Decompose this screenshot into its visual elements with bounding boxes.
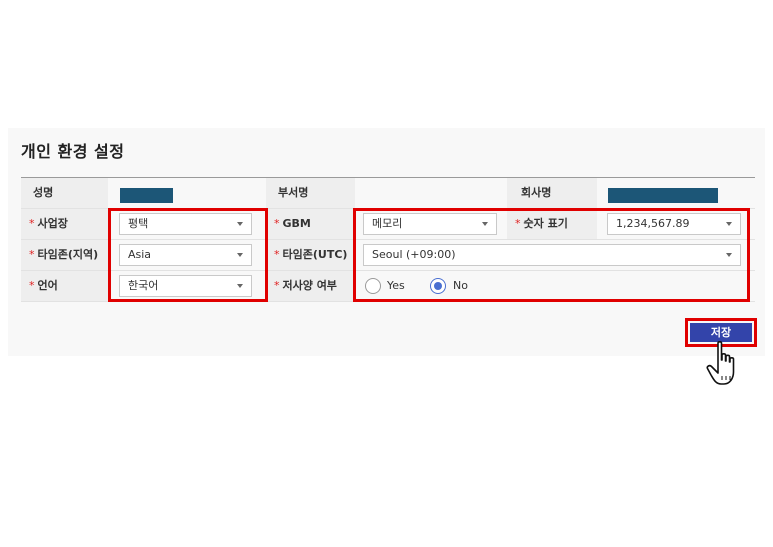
required-mark: * [29,279,35,292]
company-label: 회사명 [507,178,597,208]
chevron-down-icon [726,253,732,257]
gbm-label: * GBM [266,209,355,239]
low-spec-label: * 저사양 여부 [266,271,355,301]
form-row-timezone: * 타임존(지역) Asia * 타임존(UTC) Seoul (+09:00) [21,240,755,271]
language-select[interactable]: 한국어 [119,275,252,297]
timezone-utc-select-value: Seoul (+09:00) [372,248,456,261]
required-mark: * [29,217,35,230]
required-mark: * [274,217,280,230]
language-select-value: 한국어 [128,279,159,292]
language-label: * 언어 [21,271,108,301]
timezone-region-select-value: Asia [128,248,152,261]
form-row-identity: 성명 부서명 회사명 [21,178,755,209]
language-label-text: 언어 [37,279,58,292]
timezone-utc-select[interactable]: Seoul (+09:00) [363,244,741,266]
number-format-select[interactable]: 1,234,567.89 [607,213,741,235]
page-title: 개인 환경 설정 [21,142,125,161]
chevron-down-icon [482,222,488,226]
timezone-region-label: * 타임존(지역) [21,240,108,270]
site-label-text: 사업장 [37,217,68,230]
dept-label: 부서명 [266,178,355,208]
site-select-value: 평택 [128,217,149,230]
name-label: 성명 [21,178,108,208]
gbm-select-value: 메모리 [372,217,403,230]
timezone-utc-label: * 타임존(UTC) [266,240,355,270]
site-select[interactable]: 평택 [119,213,252,235]
number-format-label-text: 숫자 표기 [523,217,568,230]
site-label: * 사업장 [21,209,108,239]
number-format-select-value: 1,234,567.89 [616,217,690,230]
required-mark: * [29,248,35,261]
gbm-label-text: GBM [282,217,311,230]
chevron-down-icon [237,253,243,257]
low-spec-label-text: 저사양 여부 [282,279,337,292]
timezone-utc-label-text: 타임존(UTC) [282,248,348,261]
low-spec-yes-radio[interactable] [365,278,381,294]
chevron-down-icon [726,222,732,226]
form-row-language: * 언어 한국어 * 저사양 여부 Yes No [21,271,755,302]
timezone-region-label-text: 타임존(지역) [37,248,99,261]
chevron-down-icon [237,284,243,288]
hand-pointer-icon [706,341,735,385]
low-spec-no-label: No [453,279,468,292]
number-format-label: * 숫자 표기 [507,209,597,239]
low-spec-no-radio[interactable] [430,278,446,294]
required-mark: * [274,248,280,261]
gbm-select[interactable]: 메모리 [363,213,497,235]
low-spec-yes-label: Yes [387,279,405,292]
form-row-site: * 사업장 평택 * GBM 메모리 * 숫자 표기 1,234,567.89 [21,209,755,240]
chevron-down-icon [237,222,243,226]
required-mark: * [274,279,280,292]
name-value-redacted [120,188,173,203]
company-value-redacted [608,188,718,203]
required-mark: * [515,217,521,230]
timezone-region-select[interactable]: Asia [119,244,252,266]
